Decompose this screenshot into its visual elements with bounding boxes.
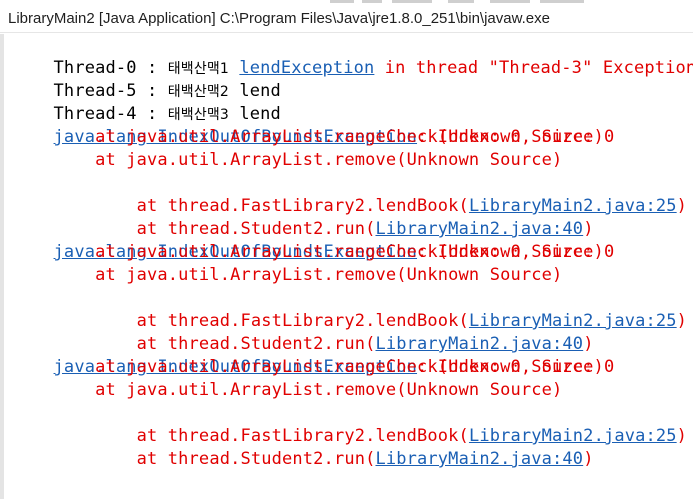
exception-line: java.lang.IndexOutOfBoundsException: Ind… bbox=[12, 218, 615, 262]
stack-frame: at thread.Student2.run(LibraryMain2.java… bbox=[12, 425, 594, 469]
stack-frame: at java.util.ArrayList.remove(Unknown So… bbox=[12, 265, 563, 285]
console-line: Thread-5 : 태백산맥2 lend bbox=[12, 57, 281, 101]
frame-text: ) bbox=[583, 449, 594, 469]
console-line: Thread-4 : 태백산맥3 lend bbox=[12, 80, 281, 124]
stack-frame: at thread.Student2.run(LibraryMain2.java… bbox=[12, 310, 594, 354]
stack-frame: at java.util.ArrayList.rangeCheck(Unknow… bbox=[12, 357, 604, 377]
stack-frame: at thread.FastLibrary2.lendBook(LibraryM… bbox=[12, 172, 687, 216]
exception-line: java.lang.IndexOutOfBoundsException: Ind… bbox=[12, 333, 615, 377]
frame-text: ) bbox=[676, 311, 688, 331]
stack-frame: at java.util.ArrayList.rangeCheck(Unknow… bbox=[12, 127, 604, 147]
stack-frame: at thread.Student2.run(LibraryMain2.java… bbox=[12, 195, 594, 239]
source-link[interactable]: LibraryMain2.java:40 bbox=[375, 449, 583, 469]
exception-line: java.lang.IndexOutOfBoundsException: Ind… bbox=[12, 103, 615, 147]
frame-text: at thread.Student2.run( bbox=[53, 449, 376, 469]
error-text: in thread "Thread-3" Exception bbox=[374, 58, 693, 78]
stack-frame: at thread.FastLibrary2.lendBook(LibraryM… bbox=[12, 402, 687, 446]
stack-frame: at java.util.ArrayList.rangeCheck(Unknow… bbox=[12, 242, 604, 262]
console-output[interactable]: Thread-0 : 태백산맥1 lendException in thread… bbox=[0, 34, 693, 499]
stack-frame: at java.util.ArrayList.remove(Unknown So… bbox=[12, 150, 563, 170]
frame-text: ) bbox=[676, 196, 688, 216]
stack-frame: at java.util.ArrayList.remove(Unknown So… bbox=[12, 380, 563, 400]
console-line: Thread-0 : 태백산맥1 lendException in thread… bbox=[12, 34, 693, 78]
frame-text: ) bbox=[676, 426, 688, 446]
console-title: LibraryMain2 [Java Application] C:\Progr… bbox=[0, 4, 693, 33]
stack-frame: at thread.FastLibrary2.lendBook(LibraryM… bbox=[12, 287, 687, 331]
